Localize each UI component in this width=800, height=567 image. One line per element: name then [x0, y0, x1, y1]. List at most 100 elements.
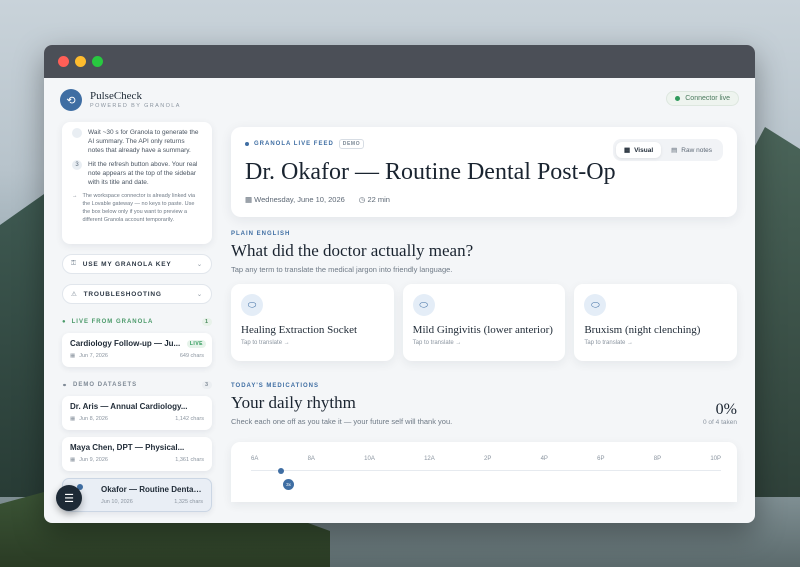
note-item-demo[interactable]: Dr. Aris — Annual Cardiology... ▦ Jun 8,… [62, 396, 212, 430]
timeline-track [251, 470, 721, 471]
term-name: Healing Extraction Socket [241, 324, 358, 336]
live-section-header: ● LIVE FROM GRANOLA 1 [62, 318, 212, 326]
setup-step: 3 Hit the refresh button above. Your rea… [72, 160, 202, 187]
step-text: Wait ~30 s for Granola to generate the A… [88, 129, 199, 154]
note-meta: Jun 10, 2026 1,325 chars [101, 499, 203, 505]
hour-label: 4P [540, 456, 548, 462]
note-title: Maya Chen, DPT — Physical... [70, 443, 185, 452]
app-header: ⟲ PulseCheck POWERED BY GRANOLA Connecto… [44, 78, 755, 122]
note-meta-row: ▦ Wednesday, June 10, 2026 ◷ 22 min [245, 195, 723, 204]
dose-chip[interactable]: 3x [283, 479, 294, 490]
key-icon: ⚿ [71, 260, 77, 267]
warning-icon: ⚠ [71, 291, 78, 298]
use-key-label: USE MY GRANOLA KEY [82, 260, 172, 268]
feed-label-text: GRANOLA LIVE FEED [254, 141, 334, 147]
term-tap-hint: Tap to translate → [584, 340, 634, 346]
term-name: Mild Gingivitis (lower anterior) [412, 324, 553, 336]
note-title: Dr. Aris — Annual Cardiology... [70, 402, 188, 411]
pill-icon: ⬭ [412, 294, 435, 316]
connector-label: Connector live [685, 95, 730, 102]
rhythm-header: Your daily rhythm Check each one off as … [231, 389, 737, 426]
hour-label: 12A [424, 456, 435, 462]
calendar-icon: ▦ [70, 416, 76, 422]
hour-label: 6A [251, 456, 259, 462]
note-duration: ◷ 22 min [359, 195, 390, 204]
raw-notes-tab[interactable]: ▤ Raw notes [663, 142, 720, 158]
app-window: ⟲ PulseCheck POWERED BY GRANOLA Connecto… [44, 45, 755, 523]
troubleshooting-button[interactable]: ⚠ TROUBLESHOOTING ⌄ [62, 284, 212, 304]
section-subtitle: Tap any term to translate the medical ja… [231, 265, 453, 274]
term-card[interactable]: ⬭ Bruxism (night clenching) Tap to trans… [574, 284, 738, 361]
live-dot-icon: ● [62, 319, 67, 325]
visual-tab[interactable]: ▦ Visual [615, 142, 662, 158]
note-item-live[interactable]: Cardiology Follow-up — Ju... LIVE ▦ Jun … [62, 333, 212, 367]
section-subtitle: Check each one off as you take it — your… [231, 417, 453, 426]
step-number: 3 [72, 160, 82, 170]
hour-label: 8A [307, 456, 315, 462]
pill-icon: ⬭ [584, 294, 607, 316]
note-header-card: GRANOLA LIVE FEED DEMO Dr. Okafor — Rout… [231, 127, 737, 217]
workspace-note: → The workspace connector is already lin… [72, 192, 202, 224]
workspace-note-text: The workspace connector is already linke… [82, 193, 196, 223]
term-tap-hint: Tap to translate → [412, 340, 462, 346]
note-chars: 1,325 chars [174, 499, 203, 505]
hour-label: 8P [653, 456, 662, 462]
plain-english-section: PLAIN ENGLISH What did the doctor actual… [231, 231, 738, 361]
note-item-demo-selected[interactable]: Okafor — Routine Dental Post... Jun 10, … [62, 478, 212, 512]
setup-step: Wait ~30 s for Granola to generate the A… [72, 128, 202, 155]
window-titlebar [44, 45, 755, 78]
demo-section-header: ⚭ DEMO DATASETS 3 [62, 381, 212, 389]
hour-labels: 6A 8A 10A 12A 2P 4P 6P 8P 10P [251, 456, 721, 462]
timeline-marker[interactable] [278, 468, 284, 474]
troubleshooting-label: TROUBLESHOOTING [83, 290, 162, 298]
hour-label: 10P [710, 456, 721, 462]
term-cards: ⬭ Healing Extraction Socket Tap to trans… [231, 284, 738, 361]
term-tap-hint: Tap to translate → [241, 340, 290, 346]
minimize-window-button[interactable] [75, 56, 86, 67]
live-section-label: LIVE FROM GRANOLA [71, 319, 154, 325]
note-date: ▦ Wednesday, June 10, 2026 [245, 195, 345, 204]
note-chars: 649 chars [179, 353, 204, 359]
step-text: Hit the refresh button above. Your real … [88, 161, 198, 186]
term-card[interactable]: ⬭ Healing Extraction Socket Tap to trans… [231, 284, 394, 361]
brand-subtitle: POWERED BY GRANOLA [90, 102, 181, 109]
note-date: Jun 8, 2026 [79, 416, 108, 422]
medications-section: TODAY'S MEDICATIONS Your daily rhythm Ch… [231, 383, 737, 502]
close-window-button[interactable] [58, 56, 69, 67]
live-count-badge: 1 [201, 318, 212, 326]
demo-section-label: DEMO DATASETS [73, 382, 138, 388]
brand: PulseCheck POWERED BY GRANOLA [90, 90, 181, 110]
grid-icon: ▦ [623, 147, 631, 154]
note-meta: ▦ Jun 9, 2026 1,361 chars [70, 457, 204, 463]
note-title: Cardiology Follow-up — Ju... [70, 339, 181, 348]
note-chars: 1,361 chars [175, 457, 204, 463]
duration-text: 22 min [367, 195, 390, 204]
live-badge: LIVE [186, 340, 206, 348]
chevron-down-icon: ⌄ [196, 261, 203, 268]
section-title: What did the doctor actually mean? [231, 241, 474, 260]
note-chars: 1,142 chars [175, 416, 204, 422]
hour-label: 10A [364, 456, 375, 462]
progress-percent: 0% [715, 401, 737, 418]
note-item-demo[interactable]: Maya Chen, DPT — Physical... ▦ Jun 9, 20… [62, 437, 212, 471]
section-title: Your daily rhythm [231, 393, 356, 412]
document-icon: ▤ [671, 147, 678, 154]
term-name: Bruxism (night clenching) [584, 324, 701, 336]
demo-count-badge: 3 [201, 381, 212, 389]
step-number [72, 128, 82, 138]
pill-icon: ⬭ [241, 294, 263, 316]
term-card[interactable]: ⬭ Mild Gingivitis (lower anterior) Tap t… [402, 284, 566, 361]
note-date: Jun 9, 2026 [79, 457, 108, 463]
calendar-icon: ▦ [70, 457, 76, 463]
setup-steps-card: Wait ~30 s for Granola to generate the A… [62, 122, 212, 244]
taken-count: 0 of 4 taken [703, 419, 737, 426]
page-title: Dr. Okafor — Routine Dental Post-Op [245, 159, 616, 185]
use-my-granola-key-button[interactable]: ⚿ USE MY GRANOLA KEY ⌄ [62, 254, 212, 274]
raw-notes-tab-label: Raw notes [681, 146, 712, 154]
maximize-window-button[interactable] [92, 56, 103, 67]
pulse-logo-icon[interactable]: ⟲ [60, 89, 82, 111]
calendar-icon: ▦ [70, 353, 76, 359]
menu-fab-button[interactable]: ☰ [56, 485, 82, 511]
connector-status-badge[interactable]: Connector live [666, 91, 739, 106]
status-dot-icon [675, 96, 681, 101]
